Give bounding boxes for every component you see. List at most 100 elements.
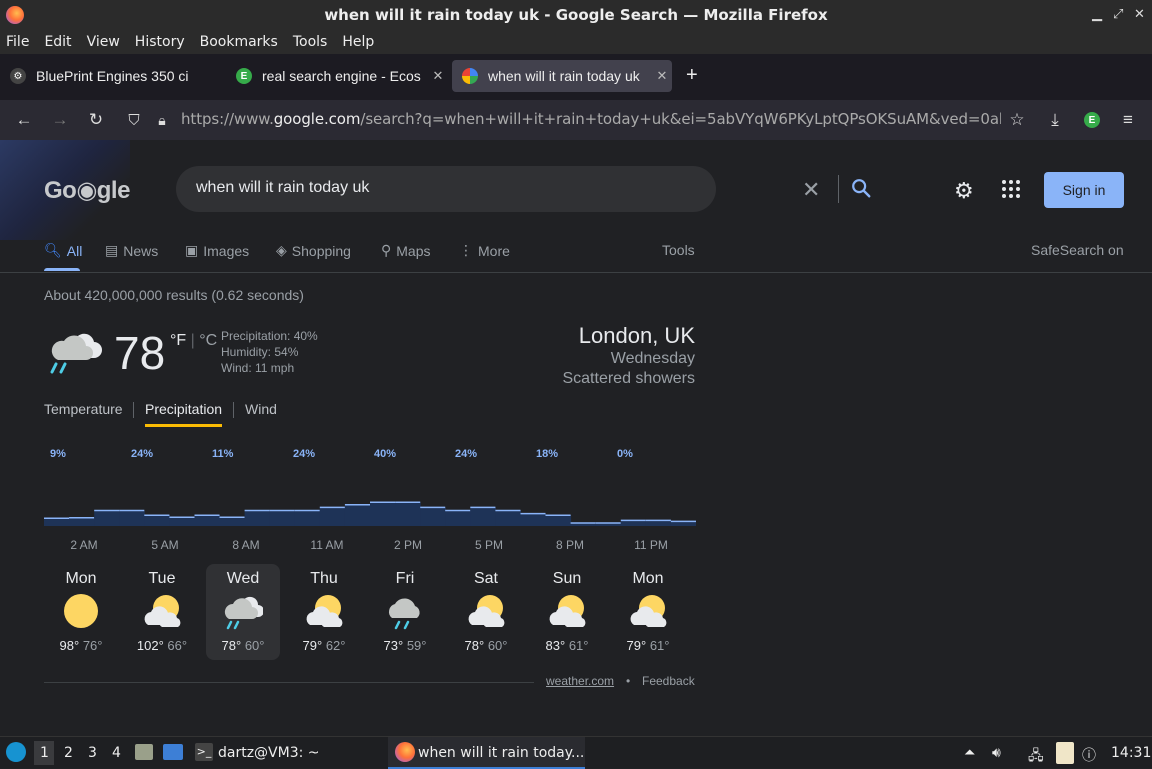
ecosia-extension-icon[interactable]: E	[1080, 108, 1104, 132]
forecast-high: 78°	[464, 638, 485, 653]
menu-edit[interactable]: Edit	[44, 34, 71, 50]
forecast-day-mon[interactable]: Mon 98° 76°	[44, 564, 118, 660]
sign-in-button[interactable]: Sign in	[1044, 172, 1124, 208]
tab-google[interactable]: when will it rain today uk ✕	[452, 60, 672, 92]
current-temperature: 78	[114, 327, 166, 379]
taskbar: 1 2 3 4 >_ dartz@VM3: ~ when will it rai…	[0, 736, 1152, 769]
tab-blueprint[interactable]: ⚙ BluePrint Engines 350 ci	[0, 60, 224, 92]
close-tab-icon[interactable]: ✕	[428, 68, 448, 84]
forecast-low: 76°	[82, 638, 103, 653]
divider	[0, 272, 1152, 273]
search-box[interactable]: when will it rain today uk ✕	[176, 166, 871, 212]
search-icon[interactable]	[850, 177, 872, 199]
forecast-day-wed[interactable]: Wed 78° 60°	[206, 564, 280, 660]
more-dots-icon: ⋮	[459, 242, 473, 258]
clipboard-icon[interactable]	[1056, 742, 1074, 764]
precipitation-bar	[69, 517, 95, 526]
hamburger-menu-icon[interactable]: ≡	[1116, 108, 1140, 132]
close-tab-icon[interactable]: ✕	[652, 68, 672, 84]
separator-dot: •	[626, 674, 631, 688]
bookmark-star-icon[interactable]: ☆	[1005, 108, 1029, 132]
menu-tools[interactable]: Tools	[293, 34, 328, 50]
tab-bar: ⚙ BluePrint Engines 350 ci E real search…	[0, 54, 1152, 100]
precipitation-bar	[470, 507, 496, 526]
url-bar[interactable]: https://www.google.com/search?q=when+wil…	[181, 110, 1001, 128]
menu-bar: File Edit View History Bookmarks Tools H…	[0, 30, 1152, 54]
forecast-temps: 102° 66°	[125, 638, 199, 653]
precipitation-bar	[445, 510, 471, 526]
tab-precipitation[interactable]: Precipitation	[145, 401, 222, 417]
tray-up-icon[interactable]: ⏶	[964, 745, 975, 761]
time-label: 2 PM	[393, 538, 422, 552]
workspace-4[interactable]: 4	[112, 745, 121, 761]
menu-bookmarks[interactable]: Bookmarks	[200, 34, 278, 50]
nav-news[interactable]: ▤ News	[105, 242, 158, 259]
forecast-day-thu[interactable]: Thu 79° 62°	[287, 564, 361, 660]
unit-celsius[interactable]: °C	[199, 332, 217, 349]
forecast-day-sun[interactable]: Sun 83° 61°	[530, 564, 604, 660]
tab-ecosia[interactable]: E real search engine - Ecos ✕	[226, 60, 448, 92]
file-manager-icon[interactable]	[135, 744, 153, 760]
url-rest: /search?q=when+will+it+rain+today+uk&ei=…	[360, 110, 1001, 128]
forward-button[interactable]: →	[48, 108, 72, 132]
volume-icon[interactable]: 🔊︎	[992, 745, 1001, 761]
tracking-protection-icon[interactable]: ⛉	[122, 108, 146, 132]
reload-button[interactable]: ↻	[84, 108, 108, 132]
downloads-icon[interactable]: ⤓	[1043, 108, 1067, 132]
forecast-day-sat[interactable]: Sat 78° 60°	[449, 564, 523, 660]
maximize-icon[interactable]: ⤢	[1113, 6, 1123, 22]
safesearch-status[interactable]: SafeSearch on	[1031, 242, 1124, 258]
weather-source-link[interactable]: weather.com	[546, 674, 614, 688]
menu-help[interactable]: Help	[342, 34, 374, 50]
search-input[interactable]: when will it rain today uk	[196, 179, 369, 197]
menu-view[interactable]: View	[87, 34, 120, 50]
tools-button[interactable]: Tools	[662, 242, 695, 258]
nav-images[interactable]: ▣ Images	[185, 242, 249, 259]
clear-icon[interactable]: ✕	[802, 177, 820, 203]
taskbar-firefox[interactable]: when will it rain today...	[418, 745, 584, 761]
precipitation-bar	[244, 510, 271, 526]
new-tab-button[interactable]: +	[686, 64, 698, 87]
unit-toggle[interactable]: °F | °C	[170, 332, 217, 350]
notification-icon[interactable]: ⓘ	[1082, 745, 1096, 765]
back-button[interactable]: ←	[12, 108, 36, 132]
feedback-link[interactable]: Feedback	[642, 674, 695, 688]
apps-grid-icon[interactable]	[1002, 180, 1022, 200]
forecast-day-name: Fri	[395, 570, 415, 587]
search-divider	[838, 175, 839, 203]
news-icon: ▤	[105, 242, 119, 258]
nav-shopping-label: Shopping	[291, 242, 351, 259]
url-prefix: https://www.	[181, 110, 274, 128]
menu-history[interactable]: History	[135, 34, 185, 50]
forecast-day-tue[interactable]: Tue 102° 66°	[125, 564, 199, 660]
unit-fahrenheit[interactable]: °F	[170, 332, 186, 349]
desktop-icon[interactable]	[163, 744, 183, 760]
forecast-high: 73°	[383, 638, 404, 653]
taskbar-terminal[interactable]: dartz@VM3: ~	[218, 745, 320, 761]
precipitation-bar	[395, 502, 421, 526]
nav-maps[interactable]: ⚲ Maps	[381, 242, 431, 259]
settings-gear-icon[interactable]: ⚙	[954, 178, 974, 204]
close-icon[interactable]: ✕	[1134, 6, 1145, 22]
network-icon[interactable]: 🖧	[1028, 745, 1044, 769]
lock-icon[interactable]: 🔒︎	[150, 108, 174, 132]
tab-wind[interactable]: Wind	[245, 401, 277, 417]
tab-temperature[interactable]: Temperature	[44, 401, 123, 417]
menu-file[interactable]: File	[6, 34, 29, 50]
google-logo[interactable]: Go◉gle	[44, 176, 130, 205]
nav-images-label: Images	[203, 242, 250, 259]
forecast-high: 79°	[302, 638, 323, 653]
nav-shopping[interactable]: ◈ Shopping	[276, 242, 351, 259]
minimize-icon[interactable]: ▁	[1092, 6, 1102, 22]
workspace-1[interactable]: 1	[40, 745, 49, 761]
forecast-day-fri[interactable]: Fri 73° 59°	[368, 564, 442, 660]
nav-more[interactable]: ⋮ More	[459, 242, 510, 259]
navigation-bar: ← → ↻ ⛉ 🔒︎ https://www.google.com/search…	[0, 100, 1152, 140]
workspace-2[interactable]: 2	[64, 745, 73, 761]
time-label: 11 AM	[310, 538, 344, 552]
workspace-3[interactable]: 3	[88, 745, 97, 761]
start-menu-icon[interactable]	[6, 742, 26, 762]
forecast-day-mon[interactable]: Mon 79° 61°	[611, 564, 685, 660]
search-icon: 🔍︎	[44, 242, 62, 258]
nav-all[interactable]: 🔍︎ All	[44, 242, 82, 259]
